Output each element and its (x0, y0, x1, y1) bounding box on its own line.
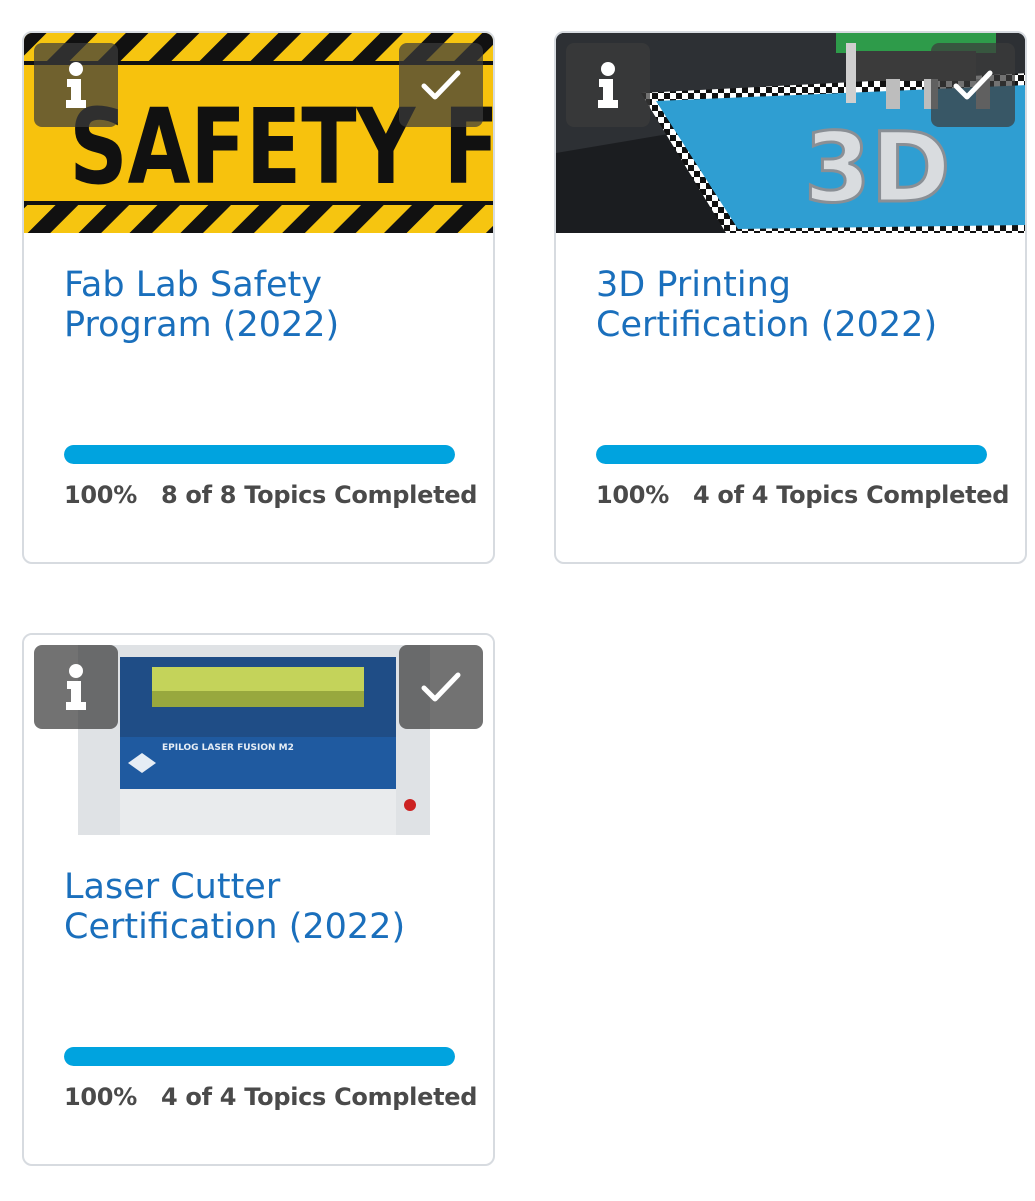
topics-completed: 8 of 8 Topics Completed (160, 481, 478, 509)
completed-check-button[interactable] (399, 645, 483, 729)
info-button[interactable] (34, 645, 118, 729)
progress-summary: 100% 8 of 8 Topics Completed (64, 481, 477, 509)
course-card-safety[interactable]: SAFETY FI Fab Lab Safety Program (2022) … (22, 31, 495, 564)
progress-fill (64, 1047, 455, 1066)
progress-fill (596, 445, 987, 464)
topics-completed: 4 of 4 Topics Completed (692, 481, 1010, 509)
course-title[interactable]: 3D Printing Certification (2022) (596, 265, 996, 345)
progress-bar (596, 445, 987, 464)
topics-completed: 4 of 4 Topics Completed (160, 1083, 478, 1111)
info-button[interactable] (566, 43, 650, 127)
completed-check-button[interactable] (931, 43, 1015, 127)
progress-percent: 100% (64, 481, 137, 509)
progress-bar (64, 1047, 455, 1066)
checkmark-icon (953, 70, 993, 100)
progress-percent: 100% (596, 481, 669, 509)
completed-check-button[interactable] (399, 43, 483, 127)
image-label-text: EPILOG LASER FUSION M2 (162, 743, 294, 753)
progress-summary: 100% 4 of 4 Topics Completed (596, 481, 1009, 509)
info-icon (66, 664, 86, 710)
info-icon (598, 62, 618, 108)
course-title[interactable]: Laser Cutter Certification (2022) (64, 867, 464, 947)
checkmark-icon (421, 672, 461, 702)
course-card-3d-printing[interactable]: 3D 3D Printing Certification (2022) 100%… (554, 31, 1027, 564)
image-label-text: 3D (804, 112, 950, 224)
checkmark-icon (421, 70, 461, 100)
progress-bar (64, 445, 455, 464)
course-card-laser-cutter[interactable]: EPILOG LASER FUSION M2 Laser Cutter Cert… (22, 633, 495, 1166)
info-button[interactable] (34, 43, 118, 127)
progress-fill (64, 445, 455, 464)
course-title[interactable]: Fab Lab Safety Program (2022) (64, 265, 464, 345)
info-icon (66, 62, 86, 108)
progress-percent: 100% (64, 1083, 137, 1111)
progress-summary: 100% 4 of 4 Topics Completed (64, 1083, 477, 1111)
